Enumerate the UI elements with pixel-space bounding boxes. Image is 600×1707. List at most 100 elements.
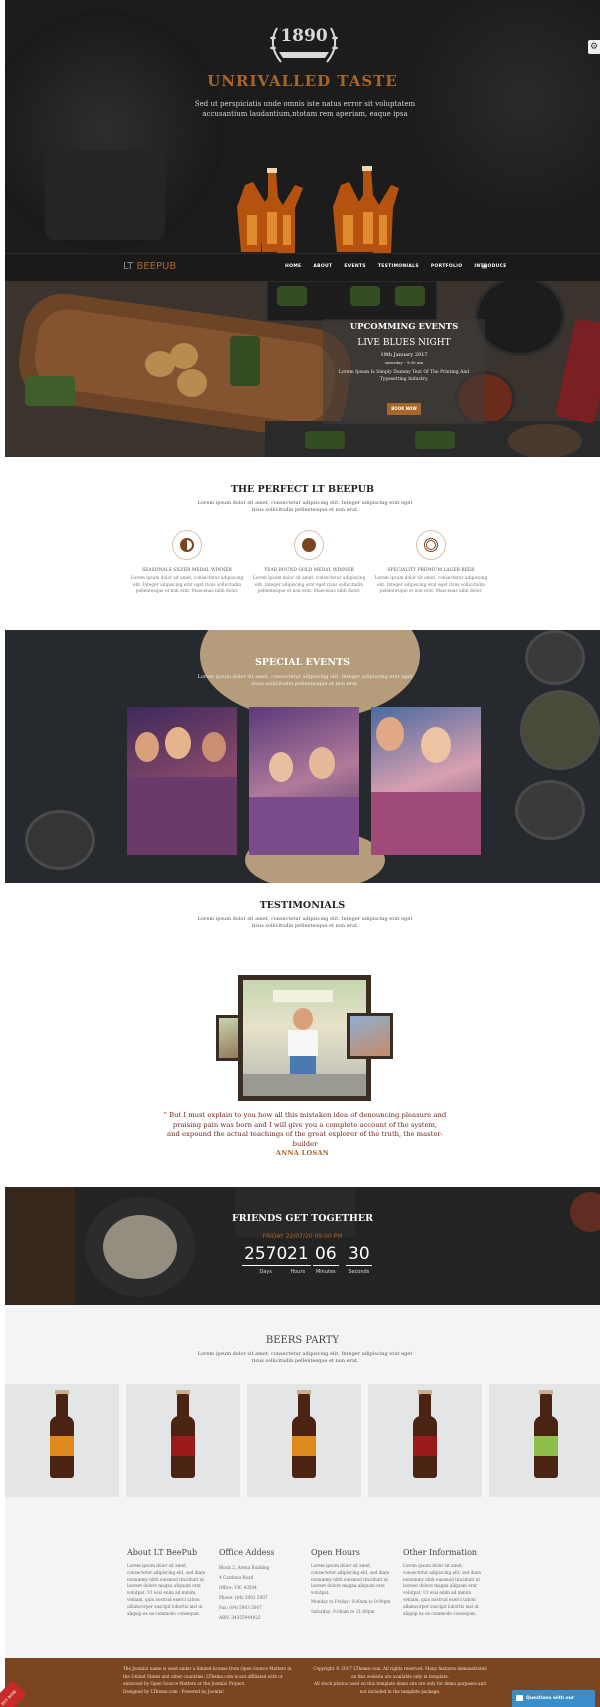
testimonial-quote-line: and expound the actual teachings of the … [167,1130,443,1148]
nav-item-home[interactable]: HOME [285,264,301,269]
bottom-right: Copyright © 2017 LTheme.com. All rights … [312,1665,488,1695]
testimonial-quote: " But I must explain to you how all this… [155,1111,455,1149]
testimonial-quote-line: " But I must explain to you how all this… [163,1111,447,1119]
footer-about: About LT BeePub Lorem ipsum dolor sit am… [127,1548,209,1617]
wine-bottle-image [555,317,600,425]
bowl-image [520,690,600,770]
nav-item-about[interactable]: ABOUT [313,264,332,269]
events-banner [5,281,600,457]
hero-section: 1890 UNRIVALLED TASTE Sed ut perspiciati… [5,0,600,253]
beer-item[interactable] [126,1384,240,1497]
asparagus-image [230,336,260,386]
address-line: ABN: 34355944922 [219,1615,261,1620]
page: 1890 UNRIVALLED TASTE Sed ut perspiciati… [5,0,600,1707]
countdown-label: Hours [290,1269,306,1275]
party-photo[interactable] [371,707,481,855]
upcoming-events-card: UPCOMMING EVENTS LIVE BLUES NIGHT 19th J… [323,322,485,422]
nav-item-portfolio[interactable]: PORTFOLIO [431,264,462,269]
party-photo[interactable] [249,707,359,855]
testimonial-author: ANNA LOSAN [275,1149,330,1157]
brand-prefix: LT [123,261,134,272]
joomla-notice: The Joomla! name is used under a limited… [123,1666,292,1686]
special-events-title: SPECIAL EVENTS [254,657,351,668]
beer-item[interactable] [247,1384,361,1497]
nav-item-testimonials[interactable]: TESTIMONIALS [378,264,419,269]
countdown-days: 2570 Days [242,1243,290,1275]
testimonials-subtitle: Lorem ipsum dolor sit amet, consectetur … [197,916,413,929]
settings-icon[interactable]: ⚙ [588,40,600,54]
book-now-button[interactable]: BOOK NOW [387,403,421,415]
address-line: Phone: (04) 5903 5007 [219,1595,268,1600]
testimonial-main-shirt [288,1030,318,1056]
page-background: 1890 UNRIVALLED TASTE Sed ut perspiciati… [0,0,600,1707]
feature-name: YEAR ROUND GOLD MEDAL WINNER [264,568,354,573]
bottle-label [50,1436,74,1456]
logo-year: 1890 [280,26,328,46]
feature-name: SPECIALITY PREMIUM LAGER BEER [387,568,475,573]
party-photo[interactable] [127,707,237,855]
beers-title: BEERS PARTY [265,1335,340,1346]
footer-heading: Other Information [403,1548,478,1557]
countdown-value: 21 [285,1244,311,1266]
hero-background-shape [45,150,165,240]
nav-item-introduce[interactable]: INTRODUCE [474,264,506,269]
event-date: 19th January 2017 [380,352,428,358]
countdown-hours: 21 Hours [285,1243,311,1275]
footer-hours: Open Hours Lorem ipsum dolor sit amet, c… [311,1548,393,1617]
half-circle-icon [172,530,202,560]
friends-title: FRIENDS GET TOGETHER [231,1213,374,1224]
herbs-image [25,376,75,406]
feature-text: Lorem ipsum dolor sit amet, consectetur … [252,576,366,594]
greens-image [305,431,345,449]
potato-image [177,369,207,397]
nav-item-events[interactable]: EVENTS [344,264,366,269]
bottle-body [413,1416,437,1478]
feature-name: SEASONALS SILVER MEDAL WINNER [142,568,232,573]
testimonial-main-shorts [290,1056,316,1074]
hours-line: Saturday: 9:00am to 11:00pm [311,1608,375,1614]
address-line: Block 2, Arena Building [219,1565,270,1570]
countdown-value: 06 [313,1244,339,1266]
party-photo-crowd [371,792,481,855]
chat-button[interactable]: Questions with our product? [512,1690,595,1707]
bottle-body [292,1416,316,1478]
beer-item[interactable] [368,1384,482,1497]
event-time: saturday - 9:00 am [384,360,424,365]
nav-brand[interactable]: LT BEEPUB [123,261,176,272]
bottom-bar: The Joomla! name is used under a limited… [5,1658,600,1707]
countdown-value: 2570 [242,1244,290,1266]
countdown-seconds: 30 Seconds [346,1243,372,1275]
brand-logo: 1890 [259,20,349,70]
bottle-body [534,1416,558,1478]
testimonial-avatar[interactable] [347,1013,393,1059]
party-photo-face [165,727,191,759]
footer-heading: Office Addess [219,1548,275,1557]
beer-item[interactable] [5,1384,119,1497]
special-events-subtitle: Lorem ipsum dolor sit amet, consectetur … [197,674,413,687]
beers-subtitle: Lorem ipsum dolor sit amet, consectetur … [197,1351,413,1364]
feature-text: Lorem ipsum dolor sit amet, consectetur … [130,576,244,594]
testimonials-title: TESTIMONIALS [259,900,346,911]
designed-by-link[interactable]: Designed by LTheme.com - Powered by Joom… [123,1688,293,1696]
footer-heading: Open Hours [311,1548,360,1557]
address-line: Office: VIC 43504 [219,1585,257,1590]
bottle-label [413,1436,437,1456]
countdown-label: Days [259,1269,272,1275]
hero-title: UNRIVALLED TASTE [207,72,398,90]
bottle-label [171,1436,195,1456]
countdown-value: 30 [346,1244,372,1266]
party-photo-face [421,727,451,763]
countdown-label: Minutes [315,1269,336,1275]
greens-image [415,431,455,449]
event-name: LIVE BLUES NIGHT [357,338,451,348]
event-description: Lorem Ipsum Is Simply Dummy Text Of The … [338,370,470,382]
greens-image [350,286,380,306]
plate-image [505,421,585,457]
bowl-image [515,780,585,840]
menu-icon[interactable]: ≡ [481,263,489,271]
bottle-body [50,1416,74,1478]
beer-item[interactable] [489,1384,600,1497]
footer-text: Lorem ipsum dolor sit amet, consectetur … [127,1563,206,1616]
bowl-image [25,810,95,870]
testimonial-avatar-image [350,1016,390,1056]
